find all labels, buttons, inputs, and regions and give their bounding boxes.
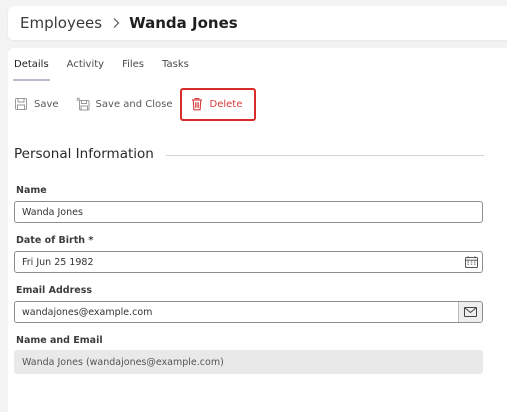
name-and-email-label: Name and Email: [16, 335, 103, 346]
breadcrumb-employees-link[interactable]: Employees: [20, 14, 102, 32]
save-and-close-label: Save and Close: [95, 98, 173, 110]
save-button[interactable]: Save: [14, 88, 59, 120]
email-address-field[interactable]: wandajones@example.com: [14, 301, 483, 323]
chevron-right-icon: [111, 17, 121, 29]
tab-files[interactable]: Files: [122, 48, 144, 82]
name-and-email-field: Wanda Jones (wandajones@example.com): [14, 350, 483, 374]
tab-tasks[interactable]: Tasks: [162, 48, 189, 82]
save-and-close-button[interactable]: Save and Close: [75, 88, 173, 120]
envelope-icon[interactable]: [458, 302, 482, 322]
section-divider: [166, 155, 484, 156]
floppy-disk-icon: [14, 97, 28, 111]
tab-bar: Details Activity Files Tasks: [8, 48, 201, 82]
delete-button[interactable]: Delete: [179, 87, 257, 121]
date-of-birth-value: Fri Jun 25 1982: [22, 256, 94, 268]
trash-icon: [190, 97, 204, 111]
name-field[interactable]: Wanda Jones: [14, 201, 483, 223]
name-value: Wanda Jones: [22, 206, 83, 218]
date-of-birth-field[interactable]: Fri Jun 25 1982: [14, 251, 483, 273]
page-header: Employees Wanda Jones: [8, 6, 507, 40]
section-title: Personal Information: [14, 146, 154, 162]
details-panel: Details Activity Files Tasks Save Save a…: [8, 48, 507, 412]
name-label: Name: [16, 185, 47, 196]
page-title: Wanda Jones: [129, 14, 238, 32]
name-and-email-value: Wanda Jones (wandajones@example.com): [22, 356, 224, 368]
date-of-birth-label: Date of Birth *: [16, 235, 94, 246]
tab-activity[interactable]: Activity: [67, 48, 104, 82]
breadcrumb: Employees Wanda Jones: [20, 14, 238, 32]
save-and-close-icon: [75, 97, 90, 111]
delete-button-label: Delete: [209, 98, 243, 110]
tab-details[interactable]: Details: [13, 48, 50, 82]
calendar-icon[interactable]: [460, 252, 482, 272]
toolbar: Save Save and Close Delete: [8, 86, 257, 122]
save-button-label: Save: [34, 98, 59, 110]
email-address-value: wandajones@example.com: [22, 306, 153, 318]
email-address-label: Email Address: [16, 285, 93, 296]
